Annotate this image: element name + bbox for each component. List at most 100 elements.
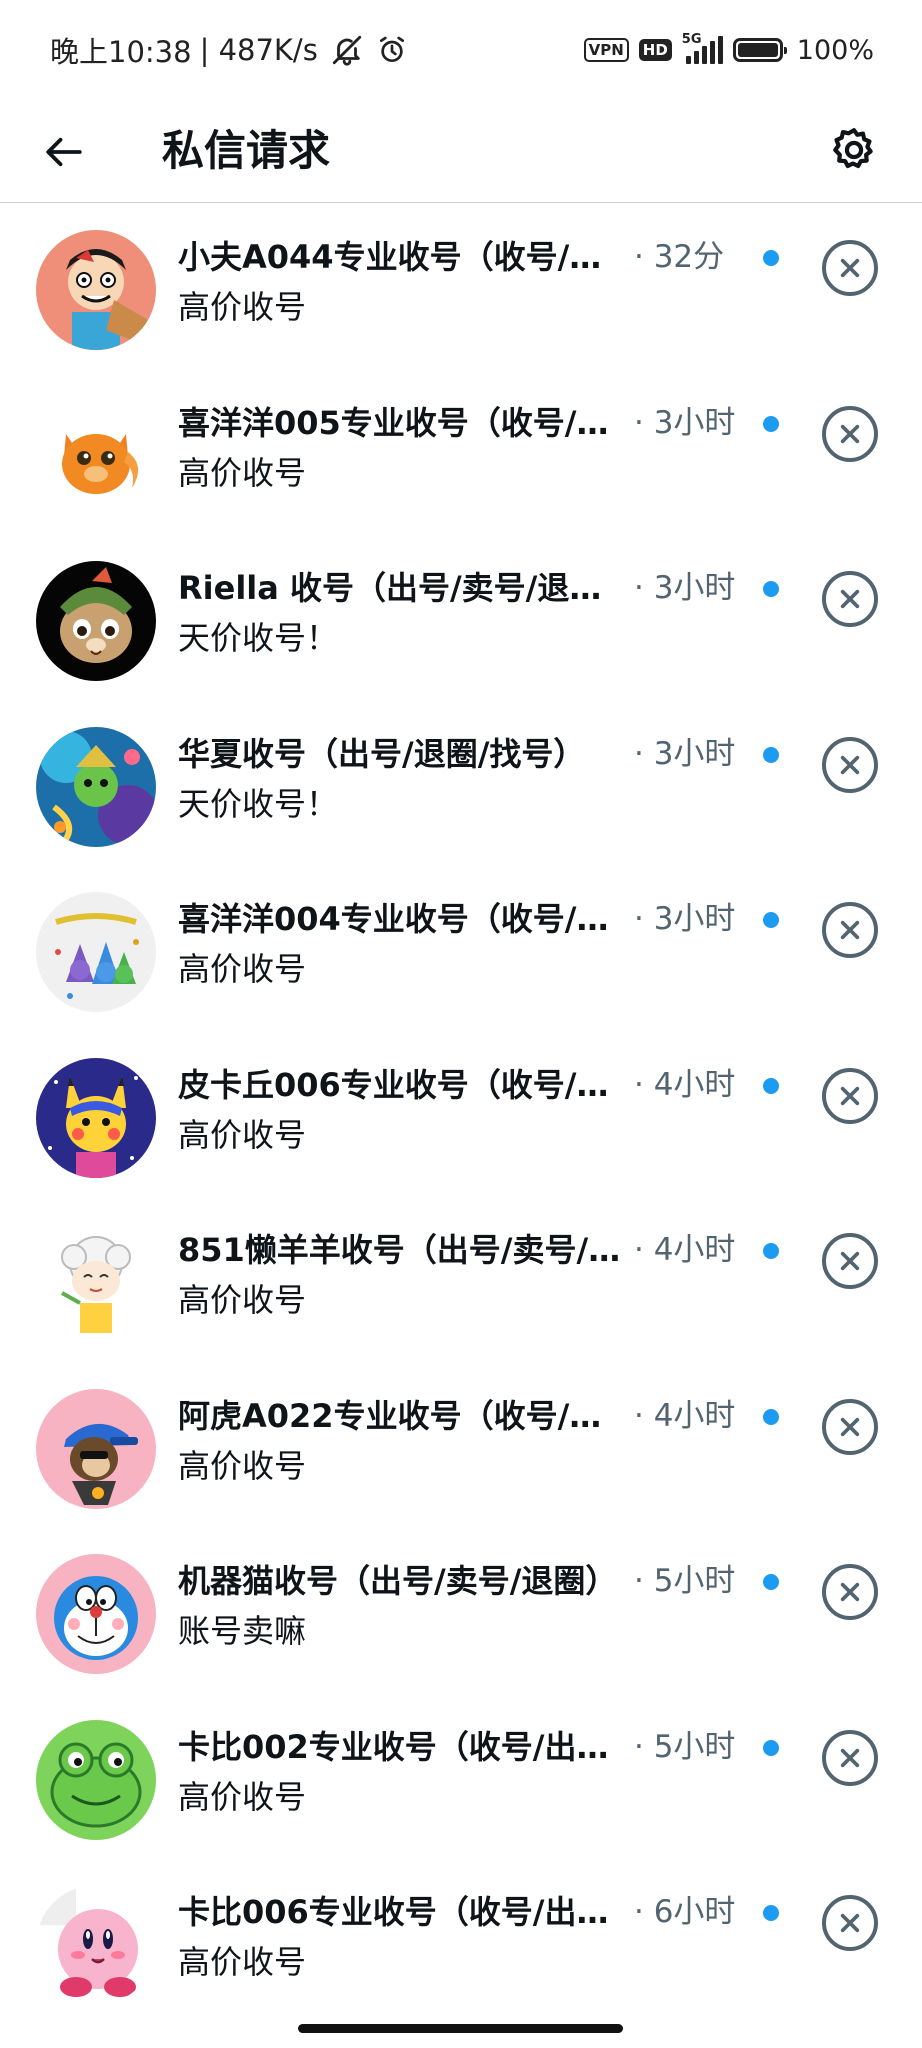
unread-dot	[763, 1077, 779, 1094]
timestamp: · 4小时	[634, 1066, 736, 1103]
unread-dot	[763, 912, 779, 928]
avatar[interactable]	[36, 1388, 156, 1509]
dismiss-button[interactable]	[822, 405, 878, 462]
sender-name: 喜洋洋004专业收号（收号/出号/卖号）	[178, 900, 630, 938]
message-preview: 高价收号	[178, 1943, 307, 1981]
request-row[interactable]: 喜洋洋004专业收号（收号/出号/卖号）· 3小时高价收号	[0, 866, 922, 1032]
back-button[interactable]	[40, 128, 88, 176]
close-icon	[840, 589, 860, 609]
request-row[interactable]: 851懒羊羊收号（出号/卖号/退圈）· 4小时高价收号	[0, 1197, 922, 1363]
request-row[interactable]: 喜洋洋005专业收号（收号/出号/卖号）· 3小时高价收号	[0, 370, 922, 536]
unread-dot	[763, 1574, 779, 1590]
avatar[interactable]	[36, 1719, 156, 1840]
sender-name: Riella 收号（出号/卖号/退圈）	[178, 569, 630, 607]
unread-dot	[763, 1408, 779, 1425]
avatar[interactable]	[36, 1223, 156, 1343]
unread-dot	[763, 581, 779, 597]
settings-button[interactable]	[824, 120, 884, 180]
close-icon	[840, 755, 860, 774]
timestamp: · 3小时	[634, 404, 736, 441]
avatar[interactable]	[36, 395, 156, 516]
unread-dot	[763, 1739, 779, 1756]
hd-badge: HD	[638, 39, 672, 61]
message-preview: 天价收号！	[178, 619, 339, 657]
request-row[interactable]: 卡比002专业收号（收号/出号/卖号）· 5小时高价收号	[0, 1694, 922, 1860]
alarm-icon	[376, 34, 408, 66]
timestamp: · 4小时	[634, 1232, 736, 1268]
avatar[interactable]	[36, 1885, 156, 2005]
status-right: VPN HD 5G 100%	[583, 30, 874, 70]
request-row[interactable]: 阿虎A022专业收号（收号/出号/卖号）· 4小时高价收号	[0, 1363, 922, 1529]
timestamp: · 6小时	[634, 1894, 736, 1930]
timestamp: · 3小时	[634, 570, 736, 606]
avatar[interactable]	[36, 230, 156, 350]
close-icon	[840, 920, 860, 940]
message-preview: 高价收号	[178, 1446, 307, 1485]
sender-name: 卡比002专业收号（收号/出号/卖号）	[178, 1727, 630, 1766]
dismiss-button[interactable]	[822, 571, 878, 627]
mute-notification-icon	[330, 33, 364, 67]
message-preview: 高价收号	[178, 1777, 307, 1816]
avatar[interactable]	[36, 561, 156, 681]
dismiss-button[interactable]	[822, 1233, 878, 1289]
timestamp: · 32分	[634, 239, 725, 275]
timestamp: · 3小时	[634, 901, 736, 937]
sender-name: 机器猫收号（出号/卖号/退圈）	[178, 1562, 618, 1600]
close-icon	[840, 1748, 860, 1767]
request-row[interactable]: 卡比006专业收号（收号/出号/卖号）· 6小时高价收号	[0, 1859, 922, 2025]
avatar[interactable]	[36, 892, 156, 1012]
timestamp: · 5小时	[634, 1563, 736, 1599]
message-preview: 高价收号	[178, 1115, 307, 1154]
close-icon	[840, 1251, 860, 1271]
close-icon	[840, 1582, 860, 1602]
unread-dot	[763, 746, 779, 763]
message-preview: 高价收号	[178, 950, 307, 988]
dismiss-button[interactable]	[822, 1067, 878, 1124]
request-row[interactable]: 机器猫收号（出号/卖号/退圈） · 5小时账号卖嘛	[0, 1528, 922, 1694]
timestamp: · 4小时	[634, 1397, 736, 1434]
dismiss-button[interactable]	[822, 1729, 878, 1786]
unread-dot	[763, 1243, 779, 1259]
timestamp: · 5小时	[634, 1728, 736, 1765]
sender-name: 卡比006专业收号（收号/出号/卖号）	[178, 1893, 630, 1931]
home-indicator[interactable]	[298, 2024, 623, 2033]
close-icon	[840, 1086, 860, 1105]
network-type: 5G	[681, 32, 702, 47]
sender-name: 喜洋洋005专业收号（收号/出号/卖号）	[178, 403, 630, 442]
dismiss-button[interactable]	[822, 1398, 878, 1455]
request-row[interactable]: 皮卡丘006专业收号（收号/出号/卖号）· 4小时高价收号	[0, 1032, 922, 1198]
gear-icon	[833, 128, 873, 169]
sender-name: 皮卡丘006专业收号（收号/出号/卖号）	[178, 1065, 630, 1104]
dismiss-button[interactable]	[822, 902, 878, 958]
timestamp: · 3小时	[634, 735, 736, 772]
message-preview: 高价收号	[178, 1281, 307, 1319]
sender-name: 小夫A044专业收号（收号/出号/卖号）	[178, 238, 630, 276]
message-preview: 高价收号	[178, 288, 307, 326]
request-row[interactable]: 小夫A044专业收号（收号/出号/卖号）· 32分高价收号	[0, 204, 922, 370]
dismiss-button[interactable]	[822, 736, 878, 793]
close-icon	[840, 1417, 860, 1436]
dismiss-button[interactable]	[822, 1895, 878, 1951]
status-time: 晚上10:38	[50, 35, 192, 69]
avatar[interactable]	[36, 1057, 156, 1178]
sender-name: 阿虎A022专业收号（收号/出号/卖号）	[178, 1396, 630, 1435]
message-request-list: 小夫A044专业收号（收号/出号/卖号）· 32分高价收号 喜洋洋005专业收号…	[0, 204, 922, 2025]
status-net-speed: | 487K/s	[199, 33, 318, 67]
app-header: 私信请求	[0, 100, 922, 203]
dismiss-button[interactable]	[822, 240, 878, 296]
sender-name: 851懒羊羊收号（出号/卖号/退圈）	[178, 1231, 630, 1269]
avatar[interactable]	[36, 1554, 156, 1674]
close-icon	[840, 258, 860, 278]
status-bar: 晚上10:38 | 487K/s VPN HD 5G 100%	[0, 0, 922, 100]
unread-dot	[763, 250, 779, 266]
request-row[interactable]: Riella 收号（出号/卖号/退圈） · 3小时天价收号！	[0, 535, 922, 701]
avatar[interactable]	[36, 726, 156, 847]
vpn-badge: VPN	[583, 38, 629, 62]
message-preview: 账号卖嘛	[178, 1612, 307, 1650]
dismiss-button[interactable]	[822, 1564, 878, 1620]
request-row[interactable]: 华夏收号（出号/退圈/找号） · 3小时 天价收号！	[0, 701, 922, 867]
message-preview: 天价收号！	[178, 784, 339, 823]
page-title: 私信请求	[162, 126, 331, 175]
message-preview: 高价收号	[178, 453, 307, 492]
status-left: 晚上10:38 | 487K/s	[50, 30, 408, 70]
